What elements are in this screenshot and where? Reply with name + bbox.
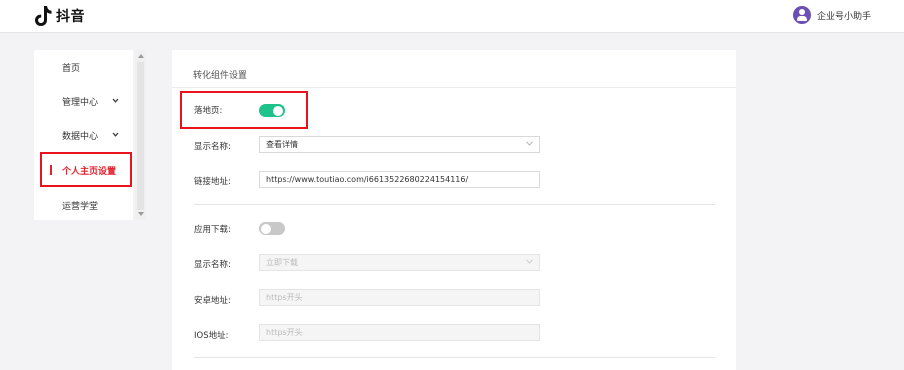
sidebar-item-label: 个人主页设置 [62, 166, 117, 177]
chevron-down-icon [526, 259, 533, 264]
sidebar-item-label: 管理中心 [62, 97, 99, 108]
sidebar-item-home[interactable]: 首页 [34, 50, 133, 84]
user-menu[interactable]: 企业号小助手 [792, 5, 871, 25]
sidebar-item-label: 数据中心 [62, 131, 99, 142]
app-toggle-label: 应用下载: [194, 225, 231, 235]
section-divider [194, 204, 715, 205]
sidebar: 首页 管理中心 数据中心 个人主页设置 运营学堂 [34, 50, 133, 220]
sidebar-item-label: 运营学堂 [62, 201, 99, 212]
landing-display-name-select[interactable]: 查看详情 [259, 136, 540, 153]
section-divider [194, 357, 715, 358]
sidebar-scrollbar[interactable] [135, 50, 146, 220]
landing-toggle-label: 落地页: [194, 106, 223, 116]
ios-url-label: IOS地址: [194, 331, 229, 341]
android-url-label: 安卓地址: [194, 296, 231, 306]
sidebar-item-data[interactable]: 数据中心 [34, 118, 133, 152]
conversion-settings-panel: 转化组件设置 落地页: 显示名称: 查看详情 链接地址: https://www… [172, 50, 736, 370]
input-value: https://www.toutiao.com/i661352268022415… [266, 175, 469, 184]
landing-link-label: 链接地址: [194, 177, 231, 187]
sidebar-item-label: 首页 [62, 63, 81, 74]
chevron-down-icon [112, 98, 119, 103]
toggle-knob [273, 105, 283, 116]
sidebar-item-management[interactable]: 管理中心 [34, 84, 133, 118]
input-placeholder: https开头 [266, 293, 303, 302]
landing-page-toggle[interactable] [259, 104, 285, 117]
select-value: 查看详情 [266, 140, 298, 149]
toggle-knob [261, 223, 271, 234]
app-download-toggle[interactable] [259, 222, 285, 235]
user-name: 企业号小助手 [816, 11, 871, 22]
scroll-down-arrow-icon[interactable] [138, 212, 144, 216]
active-indicator [50, 165, 52, 175]
douyin-logo[interactable]: 抖音 [34, 5, 85, 27]
logo-text: 抖音 [56, 9, 85, 25]
top-header: 抖音 企业号小助手 [0, 0, 904, 33]
sidebar-item-academy[interactable]: 运营学堂 [34, 188, 133, 222]
input-placeholder: https开头 [266, 328, 303, 337]
avatar [792, 6, 811, 24]
select-value: 立即下载 [266, 258, 298, 267]
tiktok-note-icon [35, 6, 52, 26]
scroll-up-arrow-icon[interactable] [138, 54, 144, 58]
chevron-down-icon [112, 132, 119, 137]
app-display-name-select[interactable]: 立即下载 [259, 254, 540, 271]
landing-link-input[interactable]: https://www.toutiao.com/i661352268022415… [259, 171, 540, 188]
scroll-thumb[interactable] [137, 62, 144, 210]
sidebar-item-profile-settings[interactable]: 个人主页设置 [34, 153, 133, 187]
page-title: 转化组件设置 [193, 71, 248, 81]
android-url-input[interactable]: https开头 [259, 289, 540, 306]
landing-name-label: 显示名称: [194, 142, 231, 152]
app-name-label: 显示名称: [194, 260, 231, 270]
ios-url-input[interactable]: https开头 [259, 324, 540, 341]
title-divider [172, 87, 736, 88]
chevron-down-icon [526, 141, 533, 146]
